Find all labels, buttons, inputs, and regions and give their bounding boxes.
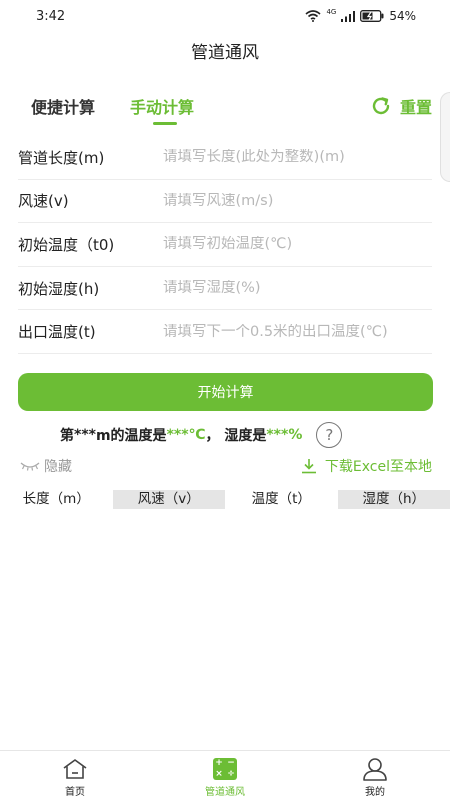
wind-speed-input[interactable] <box>163 192 432 209</box>
download-label: 下载Excel至本地 <box>324 459 432 475</box>
status-time: 3:42 <box>36 9 66 24</box>
result-temp-text: m的温度是 <box>95 428 167 444</box>
form-row-outlet-temp: 出口温度(t) <box>18 310 432 354</box>
form-row-initial-humidity: 初始湿度(h) <box>18 267 432 311</box>
results-table-header: 长度（m） 风速（v） 温度（t） 湿度（h） <box>0 490 450 509</box>
hide-toggle[interactable]: 隐藏 <box>19 456 72 476</box>
refresh-icon <box>372 97 390 115</box>
tab-quick-calc[interactable]: 便捷计算 <box>31 94 95 118</box>
nav-mine-label: 我的 <box>365 787 385 798</box>
form-row-initial-temp: 初始温度（t0) <box>18 223 432 267</box>
active-tab-indicator <box>153 122 177 125</box>
wind-speed-label: 风速(v) <box>18 192 69 211</box>
result-humidity-text: ， 湿度是 <box>205 428 267 444</box>
initial-humidity-label: 初始湿度(h) <box>18 279 100 298</box>
nav-pipe-ventilation[interactable]: + − × ÷ 管道通风 <box>150 751 300 800</box>
side-drawer-handle[interactable] <box>440 92 450 182</box>
user-icon <box>362 757 388 781</box>
eye-closed-icon <box>20 462 40 471</box>
hide-label: 隐藏 <box>44 459 72 475</box>
column-temperature: 温度（t） <box>251 491 311 507</box>
battery-icon <box>360 10 384 22</box>
outlet-temp-input[interactable] <box>163 323 432 340</box>
form-row-pipe-length: 管道长度(m) <box>18 136 432 180</box>
bottom-nav: 首页 + − × ÷ 管道通风 我的 <box>0 750 450 800</box>
help-icon[interactable]: ? <box>316 422 343 448</box>
result-prefix: 第 <box>60 428 74 444</box>
download-icon <box>301 459 316 474</box>
column-humidity: 湿度（h） <box>337 490 450 509</box>
result-humidity-value: ***% <box>266 427 303 443</box>
column-length: 长度（m） <box>22 491 90 507</box>
outlet-temp-label: 出口温度(t) <box>18 323 96 342</box>
pipe-length-label: 管道长度(m) <box>18 148 105 167</box>
form-row-wind-speed: 风速(v) <box>18 180 432 224</box>
initial-temp-input[interactable] <box>163 236 432 253</box>
battery-percent: 54% <box>389 9 416 23</box>
mode-tabs: 便捷计算 手动计算 重置 <box>0 94 450 128</box>
calculator-icon: + − × ÷ <box>213 757 237 781</box>
signal-icon <box>341 10 356 22</box>
start-calculation-button[interactable]: 开始计算 <box>18 373 433 411</box>
initial-temp-label: 初始温度（t0) <box>18 235 115 254</box>
tab-manual-calc[interactable]: 手动计算 <box>130 94 194 118</box>
input-form: 管道长度(m) 风速(v) 初始温度（t0) 初始湿度(h) 出口温度(t) <box>18 136 432 354</box>
result-meter: *** <box>74 427 96 443</box>
status-icons: 4G 54% <box>305 8 416 23</box>
home-icon <box>62 757 88 781</box>
nav-home-label: 首页 <box>65 787 85 798</box>
reset-label: 重置 <box>399 98 432 117</box>
page-title: 管道通风 <box>191 43 259 63</box>
pipe-length-input[interactable] <box>163 149 432 166</box>
network-type: 4G <box>326 8 337 16</box>
result-temp-value: ***℃ <box>166 427 206 443</box>
initial-humidity-input[interactable] <box>163 280 432 297</box>
download-excel-link[interactable]: 下载Excel至本地 <box>301 456 432 476</box>
result-summary: 第 *** m的温度是 ***℃ ， 湿度是 ***% ? <box>60 422 343 448</box>
column-wind-speed: 风速（v） <box>112 490 225 509</box>
nav-pipe-ventilation-label: 管道通风 <box>205 787 245 798</box>
status-bar: 3:42 4G 54% <box>0 0 450 34</box>
nav-home[interactable]: 首页 <box>0 751 150 800</box>
nav-mine[interactable]: 我的 <box>300 751 450 800</box>
reset-button[interactable]: 重置 <box>370 94 432 118</box>
wifi-icon <box>305 10 321 22</box>
